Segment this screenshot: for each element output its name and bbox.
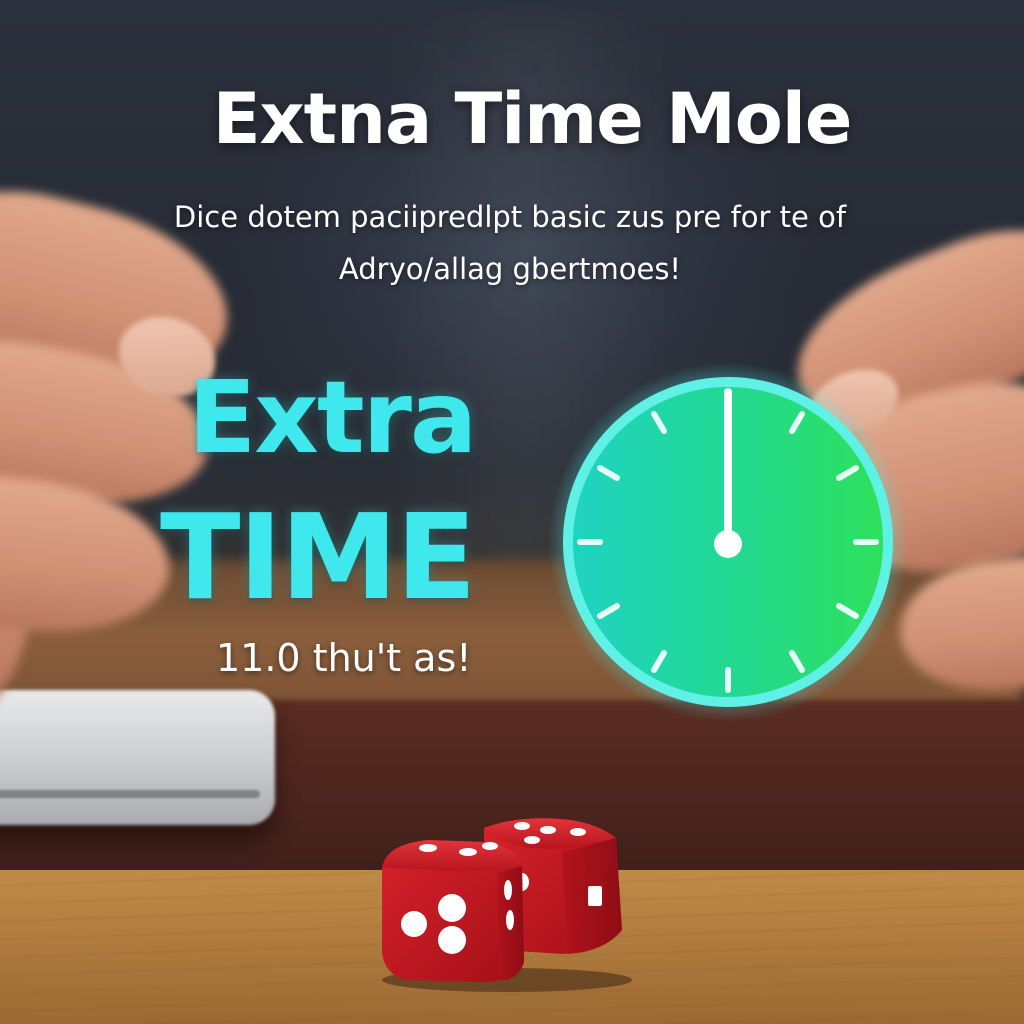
subtitle-line-2: Adryo/allag gbertmoes!	[338, 252, 682, 286]
clock-icon	[548, 362, 908, 722]
front-die	[382, 840, 524, 982]
clock-center	[714, 530, 742, 558]
hero-word-extra: Extra	[188, 359, 477, 476]
subtitle-line-1: Dice dotem paciipredlpt basic zus pre fo…	[173, 200, 847, 234]
hero-word-time: TIME	[160, 488, 476, 626]
dice-icon	[382, 818, 632, 992]
laptop-corner	[0, 690, 275, 825]
photo-scene: Extna Time Mole Dice dotem paciipredlpt …	[0, 0, 1024, 1024]
laptop-edge	[0, 790, 260, 798]
hero-caption: 11.0 thu't as!	[216, 636, 472, 680]
headline: Extna Time Mole	[212, 78, 853, 160]
